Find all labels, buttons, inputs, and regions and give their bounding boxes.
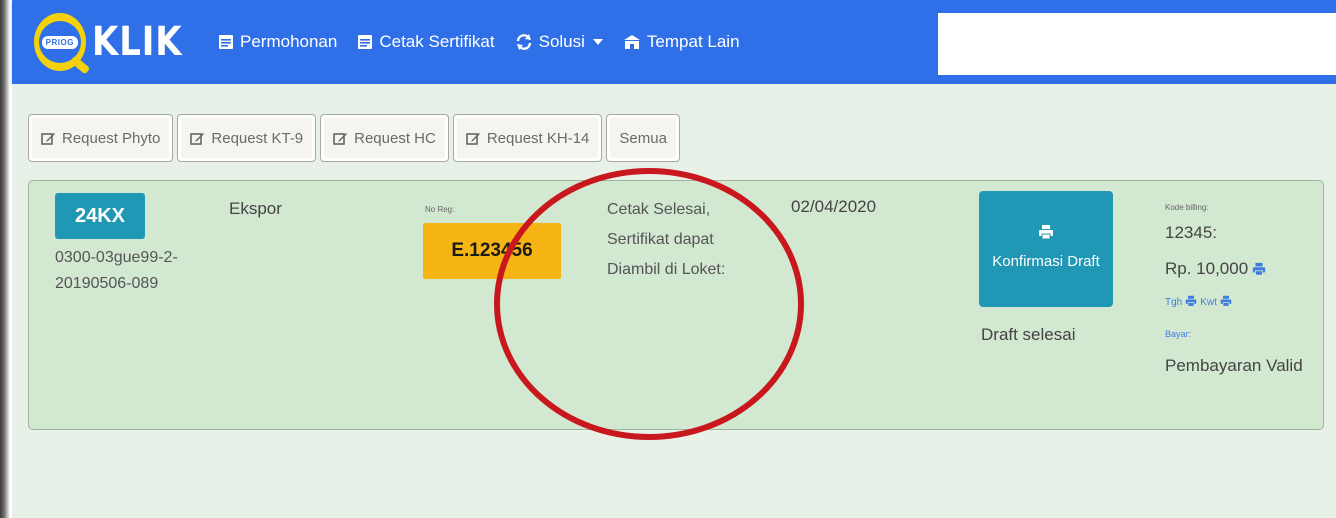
request-kt9-button[interactable]: Request KT-9 <box>177 114 317 162</box>
request-kh14-label: Request KH-14 <box>486 129 590 147</box>
request-card: 24KX 0300-03gue99-2-20190506-089 Ekspor … <box>28 180 1324 430</box>
chevron-down-icon <box>592 39 603 45</box>
status-text: Cetak Selesai, Sertifikat dapat Diambil … <box>607 201 726 278</box>
request-phyto-label: Request Phyto <box>62 129 161 147</box>
bayar-label: Bayar: <box>1165 329 1192 339</box>
request-phyto-button[interactable]: Request Phyto <box>28 114 174 162</box>
billing-amount-row: Rp. 10,000 <box>1165 259 1266 279</box>
billing-links: Tgh Kwt <box>1165 295 1235 310</box>
brand-logo[interactable]: PRIOG KLIK <box>34 2 198 82</box>
main-content: Request Phyto Request KT-9 Request HC Re… <box>12 84 1336 518</box>
nav-solusi-dropdown[interactable]: Solusi <box>515 22 603 62</box>
billing-label: Kode billing: <box>1165 203 1209 212</box>
nav-cetak-sertifikat[interactable]: Cetak Sertifikat <box>357 22 495 62</box>
noreg-label: No Reg: <box>425 205 455 214</box>
tgh-link[interactable]: Tgh <box>1165 297 1182 308</box>
semua-button[interactable]: Semua <box>606 114 680 162</box>
request-hc-label: Request HC <box>354 129 436 147</box>
print-icon[interactable] <box>1252 262 1266 276</box>
nav-solusi-label: Solusi <box>538 32 585 51</box>
request-kh14-button[interactable]: Request KH-14 <box>452 114 603 162</box>
building-icon <box>623 34 641 50</box>
draft-status: Draft selesai <box>981 325 1076 344</box>
payment-status: Pembayaran Valid <box>1165 356 1303 375</box>
request-id: 0300-03gue99-2-20190506-089 <box>55 249 178 292</box>
filter-button-row: Request Phyto Request KT-9 Request HC Re… <box>28 114 684 162</box>
konfirmasi-draft-label: Konfirmasi Draft <box>992 253 1100 270</box>
semua-label: Semua <box>619 129 667 147</box>
nav-cetak-sertifikat-label: Cetak Sertifikat <box>379 32 495 51</box>
nav-permohonan[interactable]: Permohonan <box>218 22 337 62</box>
code-badge[interactable]: 24KX <box>55 193 145 239</box>
edit-icon <box>466 131 481 146</box>
nav-tempat-lain-label: Tempat Lain <box>646 32 740 51</box>
navbar-blank-area <box>938 13 1336 75</box>
logo-badge: PRIOG <box>41 35 78 49</box>
edit-icon <box>41 131 56 146</box>
window-edge <box>0 0 10 518</box>
logo-q-icon: PRIOG <box>34 13 86 71</box>
edit-icon <box>190 131 205 146</box>
print-icon[interactable] <box>1185 295 1197 310</box>
print-icon <box>1038 224 1054 248</box>
top-navbar: PRIOG KLIK Permohonan Cetak Sertifikat S… <box>12 0 1336 84</box>
print-icon[interactable] <box>1220 295 1232 310</box>
request-type: Ekspor <box>229 199 282 218</box>
document-icon <box>357 34 373 50</box>
noreg-badge: E.123456 <box>423 223 561 279</box>
billing-code: 12345: <box>1165 223 1217 242</box>
brand-name: KLIK <box>91 19 183 65</box>
konfirmasi-draft-button[interactable]: Konfirmasi Draft <box>979 191 1113 307</box>
nav-permohonan-label: Permohonan <box>240 32 338 51</box>
document-icon <box>218 34 234 50</box>
kwt-link[interactable]: Kwt <box>1200 297 1217 308</box>
request-hc-button[interactable]: Request HC <box>320 114 449 162</box>
billing-amount: Rp. 10,000 <box>1165 259 1249 278</box>
edit-icon <box>333 131 348 146</box>
request-kt9-label: Request KT-9 <box>211 129 304 147</box>
request-date: 02/04/2020 <box>791 197 877 216</box>
nav-tempat-lain[interactable]: Tempat Lain <box>623 22 740 62</box>
refresh-icon <box>515 33 533 51</box>
